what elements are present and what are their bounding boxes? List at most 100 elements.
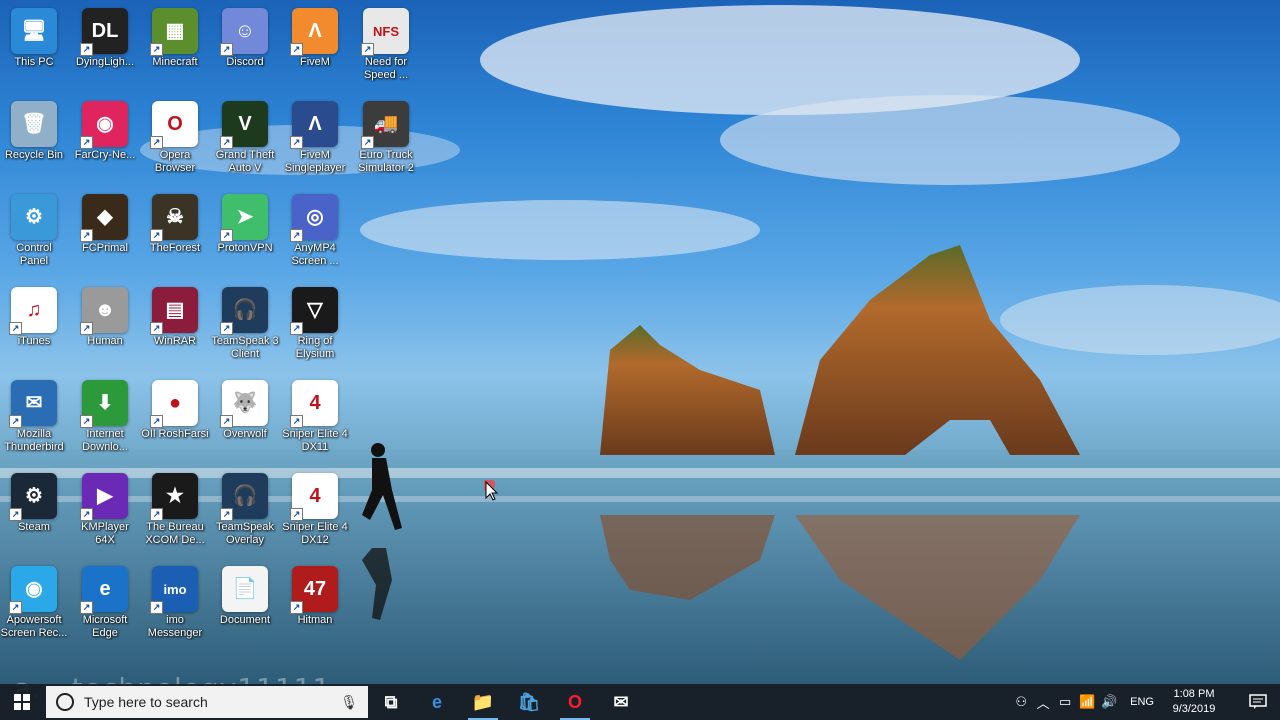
desktop-icon-euro-truck-simulator-2[interactable]: 🚚 ↗ Euro Truck Simulator 2: [350, 95, 422, 183]
shortcut-arrow-icon: ↗: [220, 229, 233, 242]
opera-icon: O: [567, 691, 582, 712]
shortcut-arrow-icon: ↗: [150, 508, 163, 521]
start-button[interactable]: [0, 684, 44, 720]
app-glyph-icon: ◉: [25, 578, 43, 600]
app-glyph-icon: 47: [303, 578, 327, 600]
desktop-icon-label: FiveM: [300, 56, 330, 68]
app-icon: ▤ ↗: [150, 287, 198, 335]
app-icon: 🖥: [11, 8, 57, 54]
shortcut-arrow-icon: ↗: [290, 601, 303, 614]
task-view-icon: ⧉: [384, 691, 398, 712]
desktop-icon-protonvpn[interactable]: ➤ ↗ ProtonVPN: [209, 188, 281, 276]
app-glyph-icon: ♫: [26, 299, 42, 321]
desktop-icon-need-for-speed[interactable]: NFS ↗ Need for Speed ...: [350, 2, 422, 90]
app-glyph-icon: DL: [91, 20, 119, 42]
shortcut-arrow-icon: ↗: [80, 322, 93, 335]
desktop-icon-grand-theft-auto-v[interactable]: V ↗ Grand Theft Auto V: [209, 95, 281, 183]
desktop-icon-internet-downlo[interactable]: ⬇ ↗ Internet Downlo...: [69, 374, 141, 462]
shortcut-arrow-icon: ↗: [80, 415, 93, 428]
desktop-icon-this-pc[interactable]: 🖥 This PC: [0, 2, 70, 90]
desktop-icon-label: Ring of Elysium: [295, 335, 335, 360]
desktop-icon-anymp4-screen[interactable]: ◎ ↗ AnyMP4 Screen ...: [279, 188, 351, 276]
file-explorer-icon: 📁: [471, 691, 495, 712]
shortcut-arrow-icon: ↗: [150, 601, 163, 614]
desktop-icon-apowersoft-screen-rec[interactable]: ◉ ↗ Apowersoft Screen Rec...: [0, 560, 70, 648]
app-glyph-icon: 🎧: [232, 485, 258, 507]
desktop-icon-discord[interactable]: ☺ ↗ Discord: [209, 2, 281, 90]
desktop-icon-minecraft[interactable]: ▦ ↗ Minecraft: [139, 2, 211, 90]
desktop-icon-control-panel[interactable]: ⚙ Control Panel: [0, 188, 70, 276]
app-icon: ☻ ↗: [80, 287, 128, 335]
app-icon: O ↗: [150, 101, 198, 149]
desktop-icon-overwolf[interactable]: 🐺 ↗ Overwolf: [209, 374, 281, 462]
desktop-icon-teamspeak-3-client[interactable]: 🎧 ↗ TeamSpeak 3 Client: [209, 281, 281, 369]
desktop-icon-label: ProtonVPN: [217, 242, 273, 254]
desktop-icon-teamspeak-overlay[interactable]: 🎧 ↗ TeamSpeak Overlay: [209, 467, 281, 555]
desktop-icon-hitman[interactable]: 47 ↗ Hitman: [279, 560, 351, 648]
desktop-icon-oil-roshfarsi[interactable]: ● ↗ OIl RoshFarsi: [139, 374, 211, 462]
desktop-icon-dyingligh[interactable]: DL ↗ DyingLigh...: [69, 2, 141, 90]
taskbar-store-button[interactable]: 🛍: [506, 684, 552, 720]
desktop-icon-farcry-ne[interactable]: ◉ ↗ FarCry-Ne...: [69, 95, 141, 183]
app-glyph-icon: 4: [309, 392, 321, 414]
taskbar-edge-button[interactable]: e: [414, 684, 460, 720]
app-icon: Λ ↗: [290, 8, 338, 56]
app-icon: ⚙: [11, 194, 57, 240]
desktop-icon-imo-messenger[interactable]: imo ↗ imo Messenger: [139, 560, 211, 648]
desktop-icon-steam[interactable]: ⚙ ↗ Steam: [0, 467, 70, 555]
app-glyph-icon: NFS: [373, 23, 399, 39]
taskbar-task-view-button[interactable]: ⧉: [368, 684, 414, 720]
desktop-icon-theforest[interactable]: ☠ ↗ TheForest: [139, 188, 211, 276]
shortcut-arrow-icon: ↗: [80, 136, 93, 149]
desktop-icon-label: Discord: [226, 56, 264, 68]
input-language-indicator[interactable]: ENG: [1130, 696, 1154, 708]
desktop-icon-fivem-singleplayer[interactable]: Λ ↗ FiveM Singleplayer: [279, 95, 351, 183]
app-icon: ▦ ↗: [150, 8, 198, 56]
desktop-icon-ring-of-elysium[interactable]: ▽ ↗ Ring of Elysium: [279, 281, 351, 369]
shortcut-arrow-icon: ↗: [361, 136, 374, 149]
action-center-button[interactable]: [1236, 694, 1280, 710]
desktop-icon-mozilla-thunderbird[interactable]: ✉ ↗ Mozilla Thunderbird: [0, 374, 70, 462]
battery-icon[interactable]: ▭: [1054, 694, 1076, 710]
desktop-icon-itunes[interactable]: ♫ ↗ iTunes: [0, 281, 70, 369]
app-icon: 🎧 ↗: [220, 287, 268, 335]
app-glyph-icon: ☠: [166, 206, 184, 228]
desktop-icon-human[interactable]: ☻ ↗ Human: [69, 281, 141, 369]
edge-icon: e: [431, 691, 442, 712]
desktop-icon-fcprimal[interactable]: ◆ ↗ FCPrimal: [69, 188, 141, 276]
desktop-icon-label: Hitman: [297, 614, 333, 626]
taskbar-mail-button[interactable]: ✉: [598, 684, 644, 720]
shortcut-arrow-icon: ↗: [290, 415, 303, 428]
desktop-icon-sniper-elite-4-dx12[interactable]: 4 ↗ Sniper Elite 4 DX12: [279, 467, 351, 555]
clock[interactable]: 1:08 PM 9/3/2019: [1164, 687, 1224, 717]
taskbar-file-explorer-button[interactable]: 📁: [460, 684, 506, 720]
volume-icon[interactable]: 🔊: [1098, 694, 1120, 710]
shortcut-arrow-icon: ↗: [9, 601, 22, 614]
app-icon: ★ ↗: [150, 473, 198, 521]
desktop-icon-the-bureau-xcom-de[interactable]: ★ ↗ The Bureau XCOM De...: [139, 467, 211, 555]
app-icon: ● ↗: [150, 380, 198, 428]
desktop-icon-label: Apowersoft Screen Rec...: [0, 614, 68, 639]
desktop-icon-label: Internet Downlo...: [82, 428, 128, 453]
desktop-icon-winrar[interactable]: ▤ ↗ WinRAR: [139, 281, 211, 369]
taskbar-opera-button[interactable]: O: [552, 684, 598, 720]
desktop-icon-document[interactable]: 📄 Document: [209, 560, 281, 648]
app-glyph-icon: ◉: [96, 113, 114, 135]
people-icon[interactable]: ⚇: [1010, 694, 1032, 710]
network-icon[interactable]: 📶: [1076, 694, 1098, 710]
show-hidden-icons-chevron-icon[interactable]: ︿: [1032, 693, 1054, 712]
shortcut-arrow-icon: ↗: [9, 508, 22, 521]
shortcut-arrow-icon: ↗: [150, 415, 163, 428]
desktop-icon-fivem[interactable]: Λ ↗ FiveM: [279, 2, 351, 90]
desktop-icon-recycle-bin[interactable]: 🗑 Recycle Bin: [0, 95, 70, 183]
app-glyph-icon: 🐺: [232, 392, 258, 414]
desktop-icon-microsoft-edge[interactable]: e ↗ Microsoft Edge: [69, 560, 141, 648]
desktop-icon-opera-browser[interactable]: O ↗ Opera Browser: [139, 95, 211, 183]
desktop-icon-label: Grand Theft Auto V: [215, 149, 275, 174]
store-icon: 🛍: [517, 691, 541, 712]
microphone-icon[interactable]: 🎙: [340, 694, 358, 711]
app-glyph-icon: Λ: [308, 20, 322, 42]
desktop-icon-sniper-elite-4-dx11[interactable]: 4 ↗ Sniper Elite 4 DX11: [279, 374, 351, 462]
taskbar-search-box[interactable]: Type here to search 🎙: [46, 686, 368, 718]
desktop-icon-kmplayer-64x[interactable]: ▶ ↗ KMPlayer 64X: [69, 467, 141, 555]
